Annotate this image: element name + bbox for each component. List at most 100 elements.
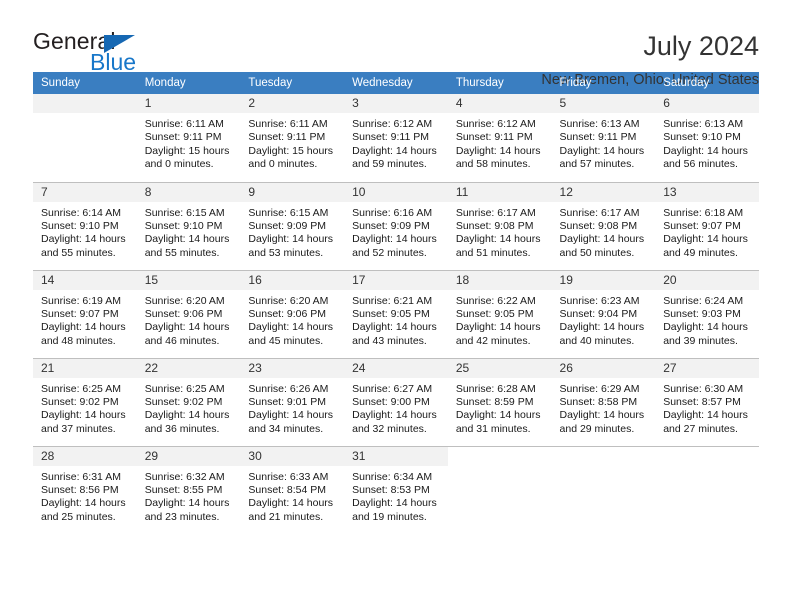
- day-number: 1: [136, 94, 241, 113]
- daylight-duration-line2: and 0 minutes.: [144, 158, 214, 171]
- calendar-day-cell[interactable]: 5 Sunrise: 6:13 AM Sunset: 9:11 PM Daylight…: [551, 94, 656, 182]
- day-number: 24: [344, 358, 448, 378]
- day-details: Sunrise: 6:17 AM Sunset: 9:08 PM Daylight:…: [448, 202, 552, 261]
- calendar-day-cell[interactable]: 16 Sunrise: 6:20 AM Sunset: 9:06 PM Dayligh…: [240, 269, 345, 358]
- calendar-day-cell[interactable]: 9 Sunrise: 6:15 AM Sunset: 9:09 PM Daylight…: [240, 181, 345, 270]
- daylight-duration-line2: and 27 minutes.: [663, 422, 738, 435]
- daylight-duration-line2: and 43 minutes.: [352, 334, 427, 347]
- sunset-time: Sunset: 8:54 PM: [248, 483, 327, 496]
- daylight-duration-line2: and 55 minutes.: [144, 246, 220, 259]
- sunrise-time: Sunrise: 6:21 AM: [352, 294, 433, 307]
- calendar-day-cell[interactable]: 27 Sunrise: 6:30 AM Sunset: 8:57 PM Dayligh…: [655, 357, 759, 446]
- calendar-cell-inner: 8 Sunrise: 6:15 AM Sunset: 9:10 PM Daylight…: [136, 182, 241, 270]
- daylight-duration-line2: and 25 minutes.: [41, 510, 116, 523]
- daylight-duration-line1: Daylight: 14 hours: [663, 409, 748, 422]
- daylight-duration-line2: and 31 minutes.: [455, 422, 531, 435]
- sunset-time: Sunset: 8:53 PM: [352, 483, 430, 496]
- calendar-day-cell[interactable]: 14 Sunrise: 6:19 AM Sunset: 9:07 PM Dayligh…: [33, 269, 137, 358]
- calendar-day-cell[interactable]: 20 Sunrise: 6:24 AM Sunset: 9:03 PM Dayligh…: [655, 269, 759, 358]
- daylight-duration-line2: and 23 minutes.: [144, 510, 220, 523]
- daylight-duration-line1: Daylight: 14 hours: [352, 233, 437, 246]
- day-number: 14: [33, 270, 137, 290]
- calendar-day-cell[interactable]: 7 Sunrise: 6:14 AM Sunset: 9:10 PM Daylight…: [33, 181, 137, 270]
- sunset-time: Sunset: 9:02 PM: [41, 395, 119, 408]
- calendar-cell-inner: 15 Sunrise: 6:20 AM Sunset: 9:06 PM Dayligh…: [136, 270, 241, 358]
- calendar-table: Sunday Monday Tuesday Wednesday Thursday…: [33, 72, 759, 534]
- daylight-duration-line1: Daylight: 14 hours: [352, 321, 437, 334]
- calendar-day-cell[interactable]: 8 Sunrise: 6:15 AM Sunset: 9:10 PM Daylight…: [136, 181, 241, 270]
- calendar-day-cell[interactable]: 2 Sunrise: 6:11 AM Sunset: 9:11 PM Daylight…: [240, 94, 345, 182]
- daylight-duration-line1: Daylight: 14 hours: [144, 497, 230, 510]
- calendar-day-cell[interactable]: 24 Sunrise: 6:27 AM Sunset: 9:00 PM Dayligh…: [344, 357, 448, 446]
- calendar-day-cell[interactable]: 21 Sunrise: 6:25 AM Sunset: 9:02 PM Dayligh…: [33, 357, 137, 446]
- calendar-day-cell[interactable]: 11 Sunrise: 6:17 AM Sunset: 9:08 PM Dayligh…: [447, 181, 552, 270]
- day-number: 15: [136, 270, 241, 290]
- daylight-duration-line2: and 59 minutes.: [352, 158, 427, 171]
- day-details: Sunrise: 6:17 AM Sunset: 9:08 PM Daylight:…: [552, 202, 656, 261]
- sunset-time: Sunset: 9:11 PM: [559, 131, 637, 144]
- sunrise-time: Sunrise: 6:33 AM: [248, 470, 329, 483]
- calendar-container: Sunday Monday Tuesday Wednesday Thursday…: [0, 72, 792, 534]
- daylight-duration-line1: Daylight: 14 hours: [559, 321, 645, 334]
- day-details: Sunrise: 6:13 AM Sunset: 9:11 PM Daylight:…: [552, 113, 656, 172]
- day-details: Sunrise: 6:11 AM Sunset: 9:11 PM Daylight:…: [240, 113, 344, 172]
- sunset-time: Sunset: 9:10 PM: [144, 219, 223, 232]
- calendar-day-cell[interactable]: 31 Sunrise: 6:34 AM Sunset: 8:53 PM Dayligh…: [344, 445, 448, 534]
- calendar-day-cell[interactable]: 4 Sunrise: 6:12 AM Sunset: 9:11 PM Daylight…: [447, 94, 552, 182]
- calendar-cell-inner: 3 Sunrise: 6:12 AM Sunset: 9:11 PM Daylight…: [344, 94, 448, 182]
- sunset-time: Sunset: 8:59 PM: [455, 395, 534, 408]
- calendar-day-cell[interactable]: 26 Sunrise: 6:29 AM Sunset: 8:58 PM Dayligh…: [551, 357, 656, 446]
- sunrise-time: Sunrise: 6:13 AM: [559, 118, 640, 130]
- calendar-cell-inner: 10 Sunrise: 6:16 AM Sunset: 9:09 PM Dayligh…: [344, 182, 448, 270]
- day-number: 20: [655, 270, 759, 290]
- daylight-duration-line2: and 21 minutes.: [248, 510, 324, 523]
- day-details: Sunrise: 6:11 AM Sunset: 9:11 PM Daylight:…: [137, 113, 241, 172]
- sunrise-time: Sunrise: 6:25 AM: [144, 382, 225, 395]
- general-blue-logo[interactable]: General Blue: [33, 30, 163, 78]
- daylight-duration-line2: and 50 minutes.: [559, 246, 635, 259]
- day-number: 26: [551, 358, 656, 378]
- calendar-day-cell[interactable]: 6 Sunrise: 6:13 AM Sunset: 9:10 PM Daylight…: [655, 94, 759, 182]
- day-number: 2: [240, 94, 345, 113]
- page-title: July 2024: [643, 31, 759, 61]
- day-number: 16: [240, 270, 345, 290]
- calendar-day-cell[interactable]: 17 Sunrise: 6:21 AM Sunset: 9:05 PM Dayligh…: [344, 269, 448, 358]
- day-details: Sunrise: 6:15 AM Sunset: 9:10 PM Daylight:…: [137, 202, 241, 261]
- calendar-day-cell[interactable]: 22 Sunrise: 6:25 AM Sunset: 9:02 PM Dayligh…: [136, 357, 241, 446]
- daylight-duration-line1: Daylight: 14 hours: [144, 409, 230, 422]
- day-number: 22: [136, 358, 241, 378]
- sunset-time: Sunset: 9:11 PM: [144, 131, 222, 144]
- day-number: 31: [344, 446, 448, 466]
- calendar-day-cell[interactable]: 25 Sunrise: 6:28 AM Sunset: 8:59 PM Dayligh…: [447, 357, 552, 446]
- calendar-day-cell[interactable]: 1 Sunrise: 6:11 AM Sunset: 9:11 PM Daylight…: [136, 94, 241, 182]
- sunrise-time: Sunrise: 6:24 AM: [663, 294, 744, 307]
- daylight-duration-line1: Daylight: 15 hours: [248, 144, 334, 157]
- calendar-day-cell[interactable]: 29 Sunrise: 6:32 AM Sunset: 8:55 PM Dayligh…: [136, 445, 241, 534]
- sunrise-time: Sunrise: 6:25 AM: [41, 382, 121, 395]
- sunrise-time: Sunrise: 6:29 AM: [559, 382, 640, 395]
- day-number: [655, 446, 759, 466]
- calendar-day-cell[interactable]: 19 Sunrise: 6:23 AM Sunset: 9:04 PM Dayligh…: [551, 269, 656, 358]
- calendar-cell-inner: 28 Sunrise: 6:31 AM Sunset: 8:56 PM Dayligh…: [33, 446, 137, 535]
- sunset-time: Sunset: 9:11 PM: [352, 131, 429, 144]
- calendar-day-cell[interactable]: 13 Sunrise: 6:18 AM Sunset: 9:07 PM Dayligh…: [655, 181, 759, 270]
- daylight-duration-line1: Daylight: 14 hours: [455, 321, 541, 334]
- calendar-day-cell[interactable]: 28 Sunrise: 6:31 AM Sunset: 8:56 PM Dayligh…: [33, 445, 137, 535]
- calendar-cell-inner: 26 Sunrise: 6:29 AM Sunset: 8:58 PM Dayligh…: [551, 358, 656, 446]
- calendar-day-cell[interactable]: 10 Sunrise: 6:16 AM Sunset: 9:09 PM Dayligh…: [344, 181, 448, 270]
- daylight-duration-line1: Daylight: 14 hours: [559, 144, 645, 157]
- calendar-cell-inner: 7 Sunrise: 6:14 AM Sunset: 9:10 PM Daylight…: [33, 182, 137, 270]
- day-details: Sunrise: 6:29 AM Sunset: 8:58 PM Daylight:…: [552, 378, 656, 437]
- daylight-duration-line1: Daylight: 14 hours: [41, 321, 126, 334]
- day-number: 3: [344, 94, 448, 113]
- calendar-day-cell[interactable]: 23 Sunrise: 6:26 AM Sunset: 9:01 PM Dayligh…: [240, 357, 345, 446]
- calendar-day-cell[interactable]: 15 Sunrise: 6:20 AM Sunset: 9:06 PM Dayligh…: [136, 269, 241, 358]
- calendar-cell-inner: 16 Sunrise: 6:20 AM Sunset: 9:06 PM Dayligh…: [240, 270, 345, 358]
- calendar-day-cell[interactable]: 18 Sunrise: 6:22 AM Sunset: 9:05 PM Dayligh…: [447, 269, 552, 358]
- calendar-day-cell[interactable]: 12 Sunrise: 6:17 AM Sunset: 9:08 PM Dayligh…: [551, 181, 656, 270]
- calendar-day-cell[interactable]: 3 Sunrise: 6:12 AM Sunset: 9:11 PM Daylight…: [344, 94, 448, 182]
- day-details: Sunrise: 6:15 AM Sunset: 9:09 PM Daylight:…: [240, 202, 344, 261]
- calendar-day-cell[interactable]: 30 Sunrise: 6:33 AM Sunset: 8:54 PM Dayligh…: [240, 445, 345, 534]
- day-details: Sunrise: 6:23 AM Sunset: 9:04 PM Daylight:…: [552, 290, 656, 349]
- daylight-duration-line1: Daylight: 14 hours: [455, 409, 541, 422]
